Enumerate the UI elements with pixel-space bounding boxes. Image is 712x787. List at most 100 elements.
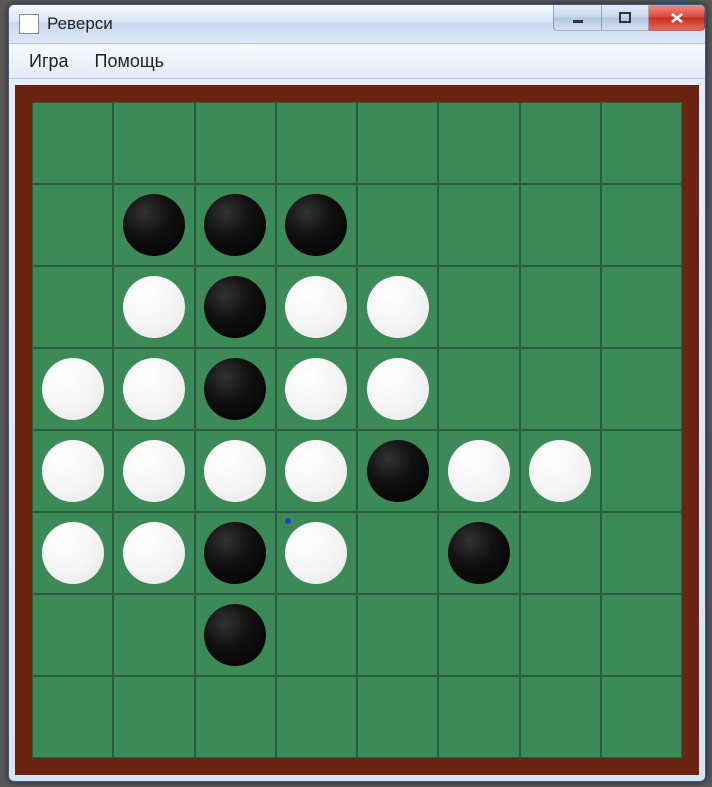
- white-piece: [123, 276, 185, 338]
- maximize-button[interactable]: [601, 5, 649, 31]
- board-cell[interactable]: [357, 676, 438, 758]
- white-piece: [285, 440, 347, 502]
- board-cell[interactable]: [276, 676, 357, 758]
- board-cell[interactable]: [357, 512, 438, 594]
- board-cell[interactable]: [520, 512, 601, 594]
- board-cell[interactable]: [32, 266, 113, 348]
- last-move-marker: [285, 518, 291, 524]
- white-piece: [285, 358, 347, 420]
- white-piece: [42, 522, 104, 584]
- white-piece: [123, 522, 185, 584]
- board-cell[interactable]: [601, 348, 682, 430]
- black-piece: [285, 194, 347, 256]
- window-title: Реверси: [47, 14, 113, 34]
- menu-item-help[interactable]: Помощь: [85, 47, 175, 76]
- app-icon: [19, 14, 39, 34]
- board-cell[interactable]: [357, 184, 438, 266]
- black-piece: [204, 522, 266, 584]
- titlebar[interactable]: Реверси: [9, 5, 705, 44]
- white-piece: [285, 276, 347, 338]
- board-cell[interactable]: [195, 348, 276, 430]
- black-piece: [204, 358, 266, 420]
- board-cell[interactable]: [195, 266, 276, 348]
- board-cell[interactable]: [601, 430, 682, 512]
- board-cell[interactable]: [438, 512, 519, 594]
- board-cell[interactable]: [357, 430, 438, 512]
- board-cell[interactable]: [438, 594, 519, 676]
- minimize-icon: [571, 11, 585, 25]
- board-cell[interactable]: [113, 266, 194, 348]
- board-cell[interactable]: [520, 102, 601, 184]
- board-cell[interactable]: [113, 430, 194, 512]
- white-piece: [123, 440, 185, 502]
- board-cell[interactable]: [438, 184, 519, 266]
- board-cell[interactable]: [276, 266, 357, 348]
- board-cell[interactable]: [32, 184, 113, 266]
- black-piece: [123, 194, 185, 256]
- game-board[interactable]: [32, 102, 682, 758]
- board-cell[interactable]: [195, 184, 276, 266]
- board-cell[interactable]: [601, 512, 682, 594]
- board-cell[interactable]: [32, 676, 113, 758]
- white-piece: [123, 358, 185, 420]
- board-cell[interactable]: [520, 184, 601, 266]
- white-piece: [367, 276, 429, 338]
- board-cell[interactable]: [438, 430, 519, 512]
- board-cell[interactable]: [357, 102, 438, 184]
- board-cell[interactable]: [520, 594, 601, 676]
- black-piece: [448, 522, 510, 584]
- menu-item-game[interactable]: Игра: [19, 47, 79, 76]
- white-piece: [285, 522, 347, 584]
- board-cell[interactable]: [357, 266, 438, 348]
- board-cell[interactable]: [601, 676, 682, 758]
- board-cell[interactable]: [276, 348, 357, 430]
- board-cell[interactable]: [113, 348, 194, 430]
- board-cell[interactable]: [438, 102, 519, 184]
- board-cell[interactable]: [195, 676, 276, 758]
- board-cell[interactable]: [438, 348, 519, 430]
- board-cell[interactable]: [601, 266, 682, 348]
- board-cell[interactable]: [195, 512, 276, 594]
- board-cell[interactable]: [438, 676, 519, 758]
- menubar: Игра Помощь: [9, 44, 705, 79]
- board-cell[interactable]: [113, 594, 194, 676]
- white-piece: [204, 440, 266, 502]
- board-cell[interactable]: [195, 594, 276, 676]
- board-cell[interactable]: [276, 512, 357, 594]
- board-cell[interactable]: [32, 594, 113, 676]
- board-cell[interactable]: [113, 102, 194, 184]
- board-cell[interactable]: [113, 512, 194, 594]
- board-frame: [15, 85, 699, 775]
- board-cell[interactable]: [32, 102, 113, 184]
- board-cell[interactable]: [520, 348, 601, 430]
- board-cell[interactable]: [113, 184, 194, 266]
- board-cell[interactable]: [276, 102, 357, 184]
- white-piece: [529, 440, 591, 502]
- board-cell[interactable]: [601, 184, 682, 266]
- board-cell[interactable]: [357, 594, 438, 676]
- board-cell[interactable]: [357, 348, 438, 430]
- board-cell[interactable]: [601, 594, 682, 676]
- board-cell[interactable]: [520, 266, 601, 348]
- board-cell[interactable]: [601, 102, 682, 184]
- board-cell[interactable]: [32, 512, 113, 594]
- board-cell[interactable]: [195, 430, 276, 512]
- client-area: [15, 85, 699, 775]
- board-cell[interactable]: [520, 676, 601, 758]
- board-cell[interactable]: [32, 348, 113, 430]
- board-cell[interactable]: [438, 266, 519, 348]
- board-cell[interactable]: [520, 430, 601, 512]
- maximize-icon: [618, 11, 632, 25]
- board-cell[interactable]: [276, 430, 357, 512]
- close-icon: [669, 11, 685, 25]
- window-controls: [553, 5, 705, 31]
- white-piece: [42, 440, 104, 502]
- board-cell[interactable]: [276, 594, 357, 676]
- board-cell[interactable]: [195, 102, 276, 184]
- close-button[interactable]: [649, 5, 705, 31]
- minimize-button[interactable]: [553, 5, 601, 31]
- board-cell[interactable]: [276, 184, 357, 266]
- board-cell[interactable]: [32, 430, 113, 512]
- board-cell[interactable]: [113, 676, 194, 758]
- black-piece: [204, 194, 266, 256]
